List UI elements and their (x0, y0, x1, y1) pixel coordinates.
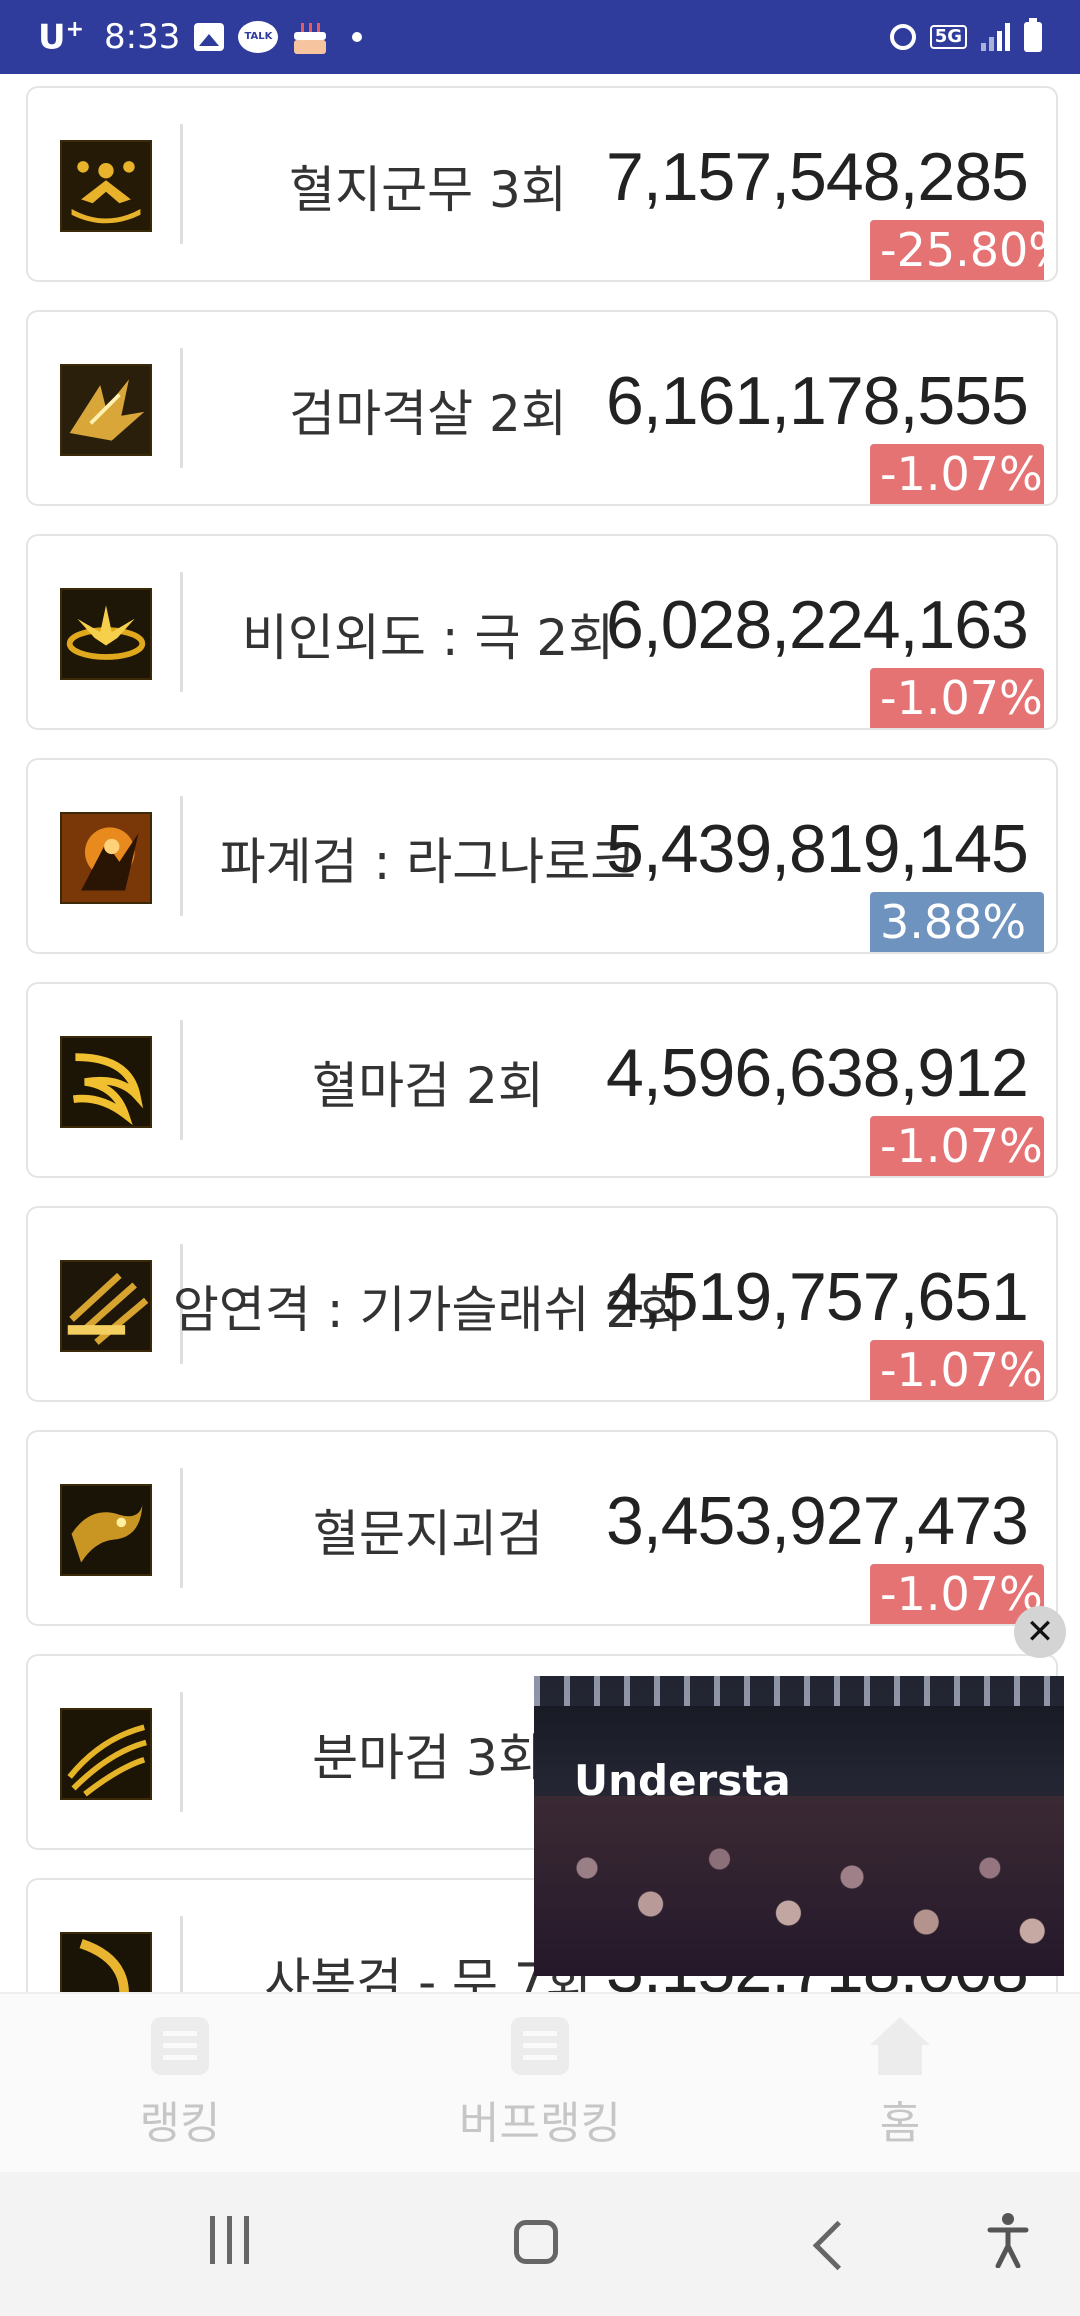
list-item[interactable]: 검마격살 2회 6,161,178,555 -1.07% (26, 310, 1058, 506)
change-badge: -25.80% (870, 220, 1044, 280)
back-icon[interactable] (812, 2220, 863, 2271)
carrier-label: U+ (38, 16, 85, 58)
whip-sword-skill-icon (60, 1932, 152, 1992)
list-item[interactable]: 비인외도 : 극 2회 6,028,224,163 -1.07% (26, 534, 1058, 730)
stage-lights (534, 1676, 1064, 1706)
status-bar: U+ 8:33 TALK 5G (0, 0, 1080, 74)
change-badge: -1.07% (870, 1564, 1044, 1624)
video-crowd-image (534, 1796, 1064, 1976)
list-item[interactable]: 혈마검 2회 4,596,638,912 -1.07% (26, 982, 1058, 1178)
change-badge: -1.07% (870, 1116, 1044, 1176)
signal-strength-icon (981, 23, 1010, 51)
clock: 8:33 (104, 16, 181, 57)
blood-dance-skill-icon (60, 140, 152, 232)
damage-value: 4,596,638,912 (606, 1035, 1029, 1111)
list-icon (511, 2017, 569, 2075)
system-navigation-bar (0, 2172, 1080, 2316)
gallery-notification-icon (194, 22, 225, 51)
dragon-sword-skill-icon (60, 1484, 152, 1576)
furious-sword-skill-icon (60, 1708, 152, 1800)
nav-item-home[interactable]: 홈 (720, 1994, 1080, 2174)
change-badge: -1.07% (870, 1340, 1044, 1400)
list-item[interactable]: 암연격 : 기가슬래쉬 2회 4,519,757,651 -1.07% (26, 1206, 1058, 1402)
damage-value: 7,157,548,285 (606, 139, 1029, 215)
giga-slash-skill-icon (60, 1260, 152, 1352)
accessibility-icon[interactable] (986, 2212, 1030, 2269)
close-icon: ✕ (1025, 1612, 1055, 1652)
network-5g-icon: 5G (929, 25, 967, 49)
nav-label: 버프랭킹 (459, 2098, 621, 2149)
kakaotalk-notification-icon: TALK (238, 20, 279, 53)
damage-value: 4,519,757,651 (606, 1259, 1029, 1335)
damage-value: 6,161,178,555 (606, 363, 1029, 439)
alarm-icon (889, 24, 916, 50)
recent-apps-icon[interactable] (210, 2216, 249, 2264)
birthday-cake-icon (292, 20, 328, 54)
change-badge: -1.07% (870, 668, 1044, 728)
burst-skill-icon (60, 588, 152, 680)
demon-slash-skill-icon (60, 364, 152, 456)
list-item[interactable]: 혈지군무 3회 7,157,548,285 -25.80% (26, 86, 1058, 282)
home-button-icon[interactable] (514, 2220, 558, 2264)
damage-value: 3,453,927,473 (606, 1483, 1029, 1559)
list-item[interactable]: 혈문지괴검 3,453,927,473 -1.07% (26, 1430, 1058, 1626)
bottom-navigation: 랭킹 버프랭킹 홈 (0, 1992, 1080, 2174)
more-notifications-dot-icon (352, 31, 363, 42)
damage-value: 6,028,224,163 (606, 587, 1029, 663)
nav-item-ranking[interactable]: 랭킹 (0, 1994, 360, 2174)
list-item[interactable]: 파계검 : 라그나로크 5,439,819,145 3.88% (26, 758, 1058, 954)
nav-item-buff-ranking[interactable]: 버프랭킹 (360, 1994, 720, 2174)
blood-sword-skill-icon (60, 1036, 152, 1128)
battery-icon (1024, 18, 1042, 52)
nav-label: 홈 (879, 2098, 921, 2149)
damage-value: 5,439,819,145 (606, 811, 1029, 887)
home-icon (870, 2017, 930, 2075)
ragnarok-skill-icon (60, 812, 152, 904)
change-badge: 3.88% (870, 892, 1044, 952)
list-icon (151, 2017, 209, 2075)
close-video-button[interactable]: ✕ (1014, 1606, 1066, 1658)
video-caption: Understa (574, 1756, 791, 1805)
nav-label: 랭킹 (139, 2098, 221, 2149)
floating-video-player[interactable]: Understa (534, 1676, 1064, 1976)
change-badge: -1.07% (870, 444, 1044, 504)
